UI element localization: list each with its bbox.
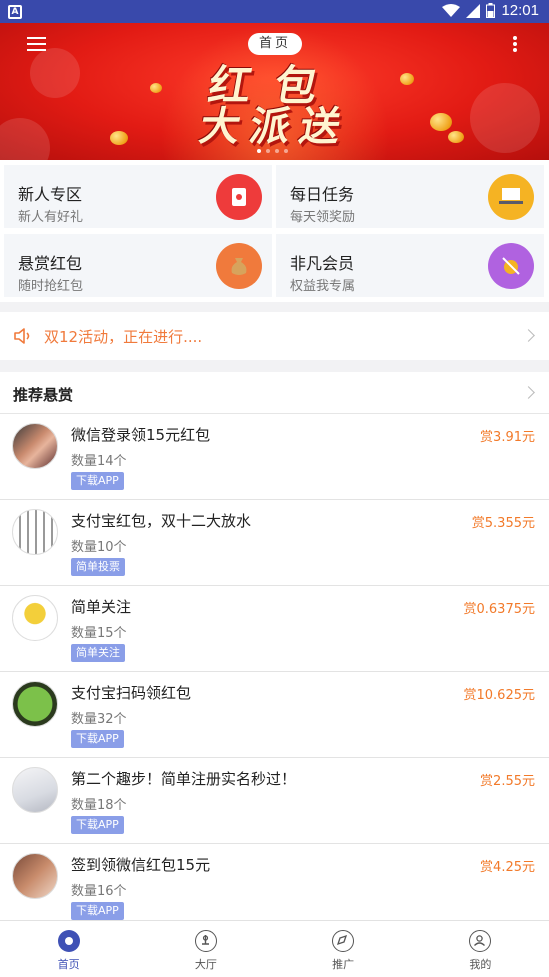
item-count: 数量18个 bbox=[71, 798, 127, 813]
coin-icon bbox=[430, 113, 452, 131]
tab-label: 大厅 bbox=[194, 958, 217, 971]
item-title: 第二个趣步！简单注册实名秒过！ bbox=[71, 770, 297, 788]
battery-icon bbox=[486, 3, 496, 18]
avatar bbox=[12, 595, 58, 641]
tile-title: 新人专区 bbox=[18, 185, 83, 204]
tab-label: 我的 bbox=[469, 958, 492, 971]
tab-promote[interactable]: 推广 bbox=[275, 921, 412, 977]
tile-title: 每日任务 bbox=[290, 185, 355, 204]
list-item[interactable]: 支付宝扫码领红包 数量32个 下载APP 赏10.625元 bbox=[0, 672, 549, 758]
money-bag-icon bbox=[216, 243, 262, 289]
tab-label: 推广 bbox=[332, 958, 355, 971]
item-reward: 赏4.25元 bbox=[480, 860, 535, 875]
item-reward: 赏10.625元 bbox=[463, 688, 536, 703]
item-count: 数量14个 bbox=[71, 454, 127, 469]
item-tag: 下载APP bbox=[71, 730, 124, 748]
chevron-right-icon bbox=[522, 329, 535, 342]
bottom-tab-bar: 首页 大厅 推广 我的 bbox=[0, 920, 549, 977]
avatar bbox=[12, 767, 58, 813]
tab-home[interactable]: 首页 bbox=[0, 921, 137, 977]
banner-headline: 红包 大派送 bbox=[140, 61, 410, 151]
tile-vip-member[interactable]: 非凡会员 权益我专属 bbox=[276, 234, 544, 297]
item-reward: 赏5.355元 bbox=[471, 516, 535, 531]
item-tag: 下载APP bbox=[71, 902, 124, 920]
item-title: 支付宝扫码领红包 bbox=[71, 684, 192, 702]
avatar bbox=[12, 423, 58, 469]
tile-subtitle: 每天领奖励 bbox=[290, 210, 356, 225]
list-item[interactable]: 简单关注 数量15个 简单关注 赏0.6375元 bbox=[0, 586, 549, 672]
item-tag: 简单关注 bbox=[71, 644, 125, 662]
tile-title: 非凡会员 bbox=[290, 254, 355, 273]
list-item[interactable]: 签到领微信红包15元 数量16个 下载APP 赏4.25元 bbox=[0, 844, 549, 930]
wifi-icon bbox=[442, 3, 461, 17]
item-title: 签到领微信红包15元 bbox=[71, 856, 211, 874]
avatar bbox=[12, 509, 58, 555]
chevron-right-icon bbox=[522, 386, 535, 399]
tile-subtitle: 权益我专属 bbox=[290, 279, 356, 294]
item-reward: 赏2.55元 bbox=[480, 774, 535, 789]
notice-text: 双12活动，正在进行.... bbox=[44, 328, 203, 346]
avatar bbox=[12, 853, 58, 899]
section-title: 推荐悬赏 bbox=[13, 386, 74, 404]
item-tag: 下载APP bbox=[71, 816, 124, 834]
avatar bbox=[12, 681, 58, 727]
list-item[interactable]: 支付宝红包，双十二大放水 数量10个 简单投票 赏5.355元 bbox=[0, 500, 549, 586]
coin-icon bbox=[448, 131, 464, 143]
item-title: 简单关注 bbox=[71, 598, 132, 616]
banner-line-2: 大派送 bbox=[195, 103, 355, 150]
banner-line-1: 红包 bbox=[204, 61, 346, 110]
user-icon bbox=[469, 930, 492, 952]
tab-profile[interactable]: 我的 bbox=[412, 921, 549, 977]
list-item[interactable]: 第二个趣步！简单注册实名秒过！ 数量18个 下载APP 赏2.55元 bbox=[0, 758, 549, 844]
item-reward: 赏0.6375元 bbox=[463, 602, 536, 617]
coin-icon bbox=[110, 131, 128, 145]
item-count: 数量10个 bbox=[71, 540, 127, 555]
item-count: 数量15个 bbox=[71, 626, 127, 641]
menu-icon[interactable] bbox=[27, 37, 46, 52]
clock: 12:01 bbox=[501, 2, 539, 19]
item-count: 数量32个 bbox=[71, 712, 127, 727]
item-title: 支付宝红包，双十二大放水 bbox=[71, 512, 252, 530]
tab-hall[interactable]: 大厅 bbox=[137, 921, 274, 977]
tab-label: 首页 bbox=[57, 958, 80, 971]
home-icon bbox=[57, 930, 80, 952]
hall-icon bbox=[194, 930, 217, 952]
list-item[interactable]: 微信登录领15元红包 数量14个 下载APP 赏3.91元 bbox=[0, 414, 549, 500]
red-envelope-icon bbox=[216, 174, 262, 220]
tile-title: 悬赏红包 bbox=[18, 254, 83, 273]
page-title: 首页 bbox=[248, 33, 302, 55]
item-title: 微信登录领15元红包 bbox=[71, 426, 211, 444]
tile-bounty-envelope[interactable]: 悬赏红包 随时抢红包 bbox=[4, 234, 272, 297]
status-bar: A 12:01 bbox=[0, 0, 549, 23]
tile-newcomer[interactable]: 新人专区 新人有好礼 bbox=[4, 165, 272, 228]
item-tag: 简单投票 bbox=[71, 558, 125, 576]
more-options-icon[interactable] bbox=[513, 36, 517, 52]
compass-icon bbox=[332, 930, 355, 952]
recommend-header[interactable]: 推荐悬赏 bbox=[0, 372, 549, 414]
tile-subtitle: 新人有好礼 bbox=[18, 210, 84, 225]
promo-banner[interactable]: 首页 红包 大派送 bbox=[0, 23, 549, 160]
tile-subtitle: 随时抢红包 bbox=[18, 279, 84, 294]
quick-entry-grid: 新人专区 新人有好礼 每日任务 每天领奖励 悬赏红包 随时抢红包 非凡会员 权益… bbox=[0, 160, 549, 302]
laptop-icon bbox=[488, 174, 534, 220]
activity-notice[interactable]: 双12活动，正在进行.... bbox=[0, 312, 549, 360]
signal-icon bbox=[466, 3, 481, 18]
item-tag: 下载APP bbox=[71, 472, 124, 490]
item-count: 数量16个 bbox=[71, 884, 127, 899]
carousel-indicator bbox=[257, 149, 288, 153]
sim-icon: A bbox=[8, 5, 22, 19]
vip-coin-icon bbox=[488, 243, 534, 289]
speaker-icon bbox=[14, 328, 30, 344]
item-reward: 赏3.91元 bbox=[480, 430, 535, 445]
tile-daily-tasks[interactable]: 每日任务 每天领奖励 bbox=[276, 165, 544, 228]
